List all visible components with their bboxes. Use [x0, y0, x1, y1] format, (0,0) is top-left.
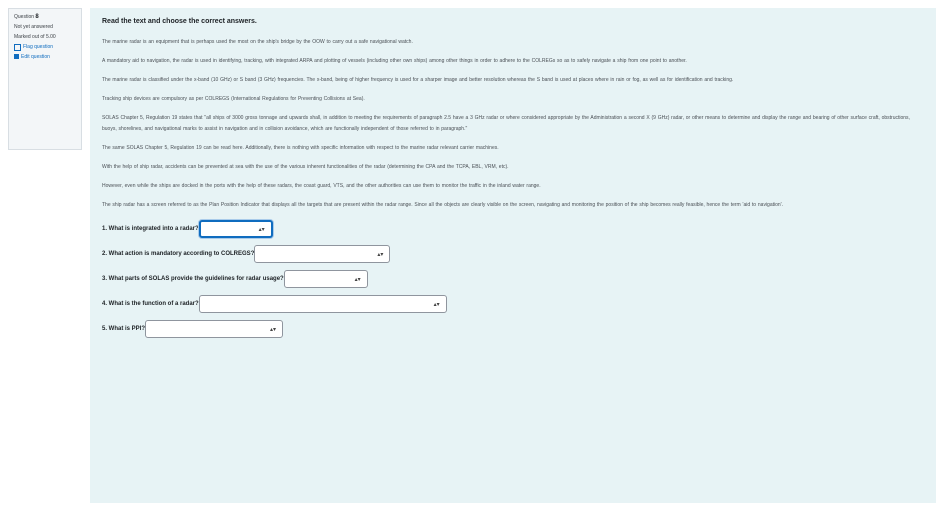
reading-paragraph: The same SOLAS Chapter 5, Regulation 19 …	[102, 145, 499, 151]
question-info-panel: Question 8 Not yet answered Marked out o…	[8, 8, 82, 150]
instruction-heading: Read the text and choose the correct ans…	[102, 18, 257, 25]
reading-paragraph: SOLAS Chapter 5, Regulation 19 states th…	[102, 115, 910, 132]
chevron-updown-icon: ▴▾	[258, 226, 265, 233]
question-2-label: 2. What action is mandatory according to…	[102, 251, 255, 257]
question-5-label: 5. What is PPI?	[102, 326, 146, 332]
reading-paragraph: A mandatory aid to navigation, the radar…	[102, 58, 687, 64]
answer-select-4[interactable]: ▴▾	[198, 295, 447, 313]
question-row-2: 2. What action is mandatory according to…	[102, 244, 926, 264]
question-label: Question	[14, 14, 35, 20]
question-row-4: 4. What is the function of a radar? ▴▾	[102, 294, 926, 314]
question-row-5: 5. What is PPI? ▴▾	[102, 319, 926, 339]
answer-select-2[interactable]: ▴▾	[254, 245, 391, 263]
question-content: Read the text and choose the correct ans…	[90, 8, 936, 503]
edit-question-label: Edit question	[21, 54, 50, 60]
reading-paragraph: However, even while the ships are docked…	[102, 183, 541, 189]
flag-icon	[14, 44, 21, 51]
question-number-value: 8	[35, 14, 39, 20]
reading-paragraph: The ship radar has a screen referred to …	[102, 202, 784, 208]
question-number: Question 8	[14, 13, 77, 21]
reading-paragraph: Tracking ship devices are compulsory as …	[102, 96, 365, 102]
reading-paragraph: With the help of ship radar, accidents c…	[102, 164, 509, 170]
chevron-updown-icon: ▴▾	[354, 276, 361, 283]
question-4-label: 4. What is the function of a radar?	[102, 301, 199, 307]
chevron-updown-icon: ▴▾	[433, 301, 440, 308]
gear-icon	[14, 54, 19, 59]
answer-select-1[interactable]: ▴▾	[198, 220, 273, 238]
reading-paragraph: The marine radar is classified under the…	[102, 77, 734, 83]
question-row-1: 1. What is integrated into a radar? ▴▾	[102, 219, 926, 239]
flag-question-label: Flag question	[23, 44, 54, 50]
question-marks: Marked out of 5.00	[14, 34, 56, 40]
question-row-3: 3. What parts of SOLAS provide the guide…	[102, 269, 926, 289]
edit-question-link[interactable]: Edit question	[14, 53, 77, 61]
reading-paragraph: The marine radar is an equipment that is…	[102, 39, 413, 45]
chevron-updown-icon: ▴▾	[269, 326, 277, 333]
question-1-label: 1. What is integrated into a radar?	[102, 226, 199, 232]
question-3-label: 3. What parts of SOLAS provide the guide…	[102, 276, 284, 282]
answer-select-5[interactable]: ▴▾	[145, 320, 284, 338]
answer-select-3[interactable]: ▴▾	[283, 270, 368, 288]
chevron-updown-icon: ▴▾	[377, 251, 384, 258]
question-status: Not yet answered	[14, 24, 53, 30]
flag-question-link[interactable]: Flag question	[14, 43, 77, 51]
